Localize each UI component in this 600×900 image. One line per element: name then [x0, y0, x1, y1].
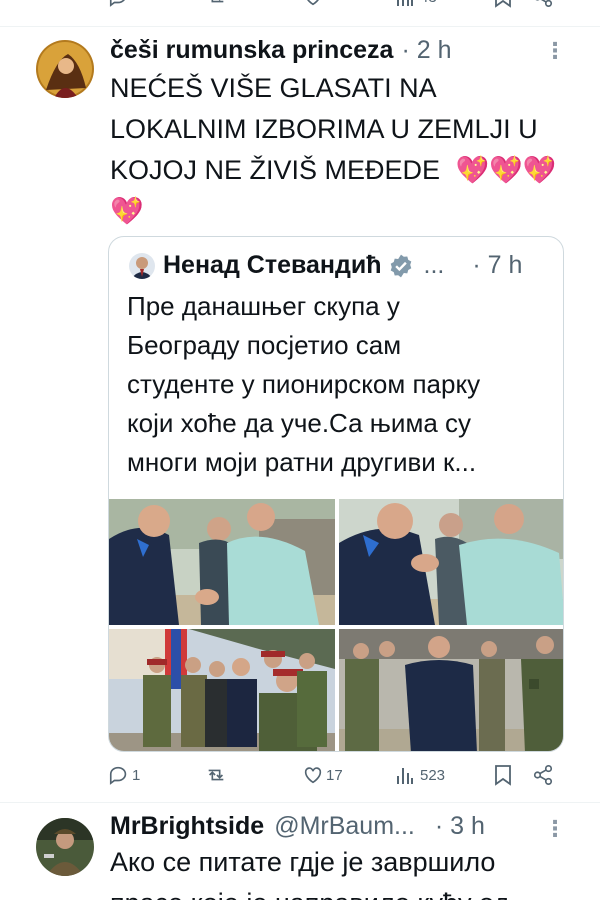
- views-icon: [397, 768, 413, 784]
- quoted-ellipsis: ...: [423, 251, 445, 279]
- quoted-text-line: многи моји ратни другиви к...: [127, 447, 477, 477]
- photo-veterans-group[interactable]: [109, 629, 335, 751]
- quoted-tweet-header: Ненад Стевандић ... · 7 h: [129, 251, 522, 280]
- retweet-button[interactable]: [204, 0, 228, 8]
- like-button[interactable]: 17: [302, 764, 343, 786]
- tweet-text: NEĆEŠ VIŠE GLASATI NA LOKALNIM IZBORIMA …: [110, 68, 580, 232]
- sparkling-heart-emoji: 💖: [522, 155, 557, 185]
- sparkling-heart-emoji: 💖: [455, 155, 490, 185]
- like-count: 17: [326, 766, 343, 784]
- heart-icon: [307, 0, 319, 6]
- quoted-tweet-text: Пре данашњег скупа у Београду посјетио с…: [127, 287, 547, 482]
- display-name[interactable]: češi rumunska princeza: [110, 36, 393, 65]
- avatar[interactable]: [36, 818, 94, 876]
- display-name[interactable]: MrBrightside: [110, 812, 264, 841]
- media-grid: [109, 499, 563, 751]
- tweet-text-line: Ако се питате гдје је завршило: [110, 847, 496, 877]
- tweet-text-line: прасе које је направило кућу од: [110, 883, 590, 900]
- share-icon: [535, 0, 553, 7]
- reply-button[interactable]: 1: [108, 764, 140, 786]
- quoted-avatar: [129, 252, 155, 279]
- views-count: 43: [420, 0, 437, 6]
- bookmark-icon: [495, 0, 511, 8]
- quoted-text-line: Београду посјетио сам: [127, 330, 402, 360]
- verified-badge-icon: [390, 254, 411, 277]
- heart-icon: [304, 767, 322, 784]
- divider: [0, 26, 600, 27]
- share-button[interactable]: [532, 0, 554, 8]
- photo-handshake-2[interactable]: [339, 499, 563, 625]
- quoted-timestamp: · 7 h: [472, 251, 523, 279]
- quoted-display-name: Ненад Стевандић: [163, 251, 382, 279]
- tweet-text-fragment: KOJOJ NE ŽIVIŠ MEĐEDE: [110, 155, 441, 185]
- previous-tweet-actions: 43: [0, 0, 600, 16]
- share-icon: [533, 765, 553, 785]
- like-button[interactable]: [302, 0, 324, 8]
- reply-icon: [109, 766, 127, 785]
- quoted-text-line: студенте у пионирском парку: [127, 369, 481, 399]
- sparkling-heart-emoji: 💖: [489, 155, 523, 185]
- retweet-button[interactable]: [204, 764, 234, 786]
- reply-icon: [109, 0, 125, 7]
- avatar[interactable]: [36, 40, 94, 98]
- tweet-text-line: LOKALNIM IZBORIMA U ZEMLJI U: [110, 114, 538, 144]
- tweet-text-line: NEĆEŠ VIŠE GLASATI NA: [110, 73, 437, 103]
- photo-walking-group[interactable]: [339, 629, 563, 751]
- quoted-text-line: који хоће да уче.Са њима су: [127, 408, 472, 438]
- views-count: 523: [420, 766, 446, 784]
- more-options-icon[interactable]: ⋮: [544, 816, 566, 842]
- more-options-icon[interactable]: ⋮: [544, 38, 566, 64]
- tweet-text-line: KOJOJ NE ŽIVIŠ MEĐEDE 💖💖💖: [110, 150, 580, 191]
- tweet-actions: 1 17 523: [0, 762, 600, 792]
- share-button[interactable]: [532, 764, 554, 786]
- reply-button[interactable]: [108, 0, 130, 8]
- photo-handshake-1[interactable]: [109, 499, 335, 625]
- tweet-header: češi rumunska princeza · 2 h: [110, 36, 452, 65]
- timestamp[interactable]: · 2 h: [401, 36, 451, 65]
- tweet-text-line: 💖: [110, 191, 580, 232]
- tweet-text: Ако се питате гдје је завршило прасе кој…: [110, 842, 590, 900]
- quoted-tweet[interactable]: Ненад Стевандић ... · 7 h Пре данашњег с…: [108, 236, 564, 752]
- bookmark-button[interactable]: [494, 764, 512, 786]
- views-button[interactable]: 43: [396, 0, 437, 8]
- bookmark-icon: [495, 765, 511, 786]
- retweet-icon: [208, 769, 224, 781]
- views-icon: [397, 0, 413, 6]
- reply-count: 1: [132, 766, 141, 784]
- quoted-text-line: Пре данашњег скупа у: [127, 291, 400, 321]
- handle[interactable]: @MrBaum...: [274, 812, 415, 841]
- bookmark-button[interactable]: [494, 0, 512, 8]
- views-button[interactable]: 523: [396, 764, 445, 786]
- retweet-icon: [211, 0, 224, 3]
- divider: [0, 802, 600, 803]
- sparkling-heart-emoji: 💖: [110, 196, 144, 226]
- tweet-header: MrBrightside @MrBaum... · 3 h: [110, 812, 485, 841]
- timestamp[interactable]: · 3 h: [435, 812, 485, 841]
